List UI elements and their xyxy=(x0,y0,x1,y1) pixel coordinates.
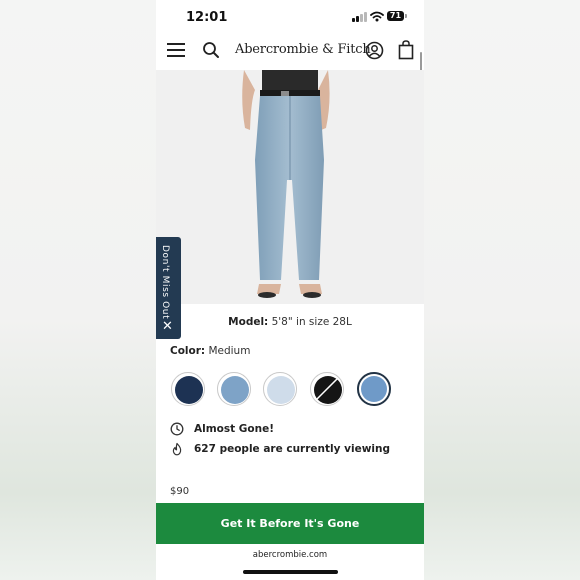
flame-icon xyxy=(172,442,182,456)
browser-url[interactable]: abercrombie.com xyxy=(156,550,424,560)
battery-indicator: 71 xyxy=(387,11,407,21)
status-time: 12:01 xyxy=(186,10,228,25)
swatch-medium-wash[interactable] xyxy=(357,372,391,406)
account-icon[interactable] xyxy=(365,41,384,60)
status-bar: 12:01 71 xyxy=(156,0,424,34)
swatch-black-unavailable[interactable] xyxy=(310,372,344,406)
get-it-before-its-gone-button[interactable]: Get It Before It's Gone xyxy=(156,503,424,544)
cellular-signal-icon xyxy=(352,12,368,22)
product-image[interactable] xyxy=(156,70,424,304)
model-info: Model: 5'8" in size 28L xyxy=(156,316,424,328)
color-info: Color: Medium xyxy=(170,345,250,357)
shopping-bag-icon[interactable] xyxy=(398,40,414,60)
clock-icon xyxy=(170,422,184,436)
unavailable-slash-icon xyxy=(316,378,338,400)
search-icon[interactable] xyxy=(202,41,220,59)
phone-screen: 12:01 71 Abercrombie & Fitch Don't Miss … xyxy=(156,0,424,580)
model-label: Model: xyxy=(228,316,269,328)
color-label: Color: xyxy=(170,345,206,357)
swatch-fill xyxy=(361,376,387,402)
menu-icon[interactable] xyxy=(167,43,185,57)
top-navigation: Abercrombie & Fitch xyxy=(156,34,424,68)
wifi-icon xyxy=(370,11,384,22)
swatch-bleach-wash[interactable] xyxy=(263,372,297,406)
almost-gone-text: Almost Gone! xyxy=(194,423,275,435)
swatch-fill xyxy=(221,376,249,404)
viewers-text: 627 people are currently viewing xyxy=(194,443,390,455)
brand-logo[interactable]: Abercrombie & Fitch xyxy=(235,42,371,57)
model-value: 5'8" in size 28L xyxy=(271,316,352,328)
product-price: $90 xyxy=(170,486,190,497)
swatch-fill xyxy=(267,376,295,404)
home-indicator[interactable] xyxy=(243,570,338,574)
color-value: Medium xyxy=(208,345,251,357)
swatch-light-wash[interactable] xyxy=(217,372,251,406)
product-photo xyxy=(156,70,424,304)
dont-miss-out-label: Don't Miss Out xyxy=(160,245,170,320)
swatch-fill xyxy=(175,376,203,404)
swatch-dark-wash[interactable] xyxy=(171,372,205,406)
